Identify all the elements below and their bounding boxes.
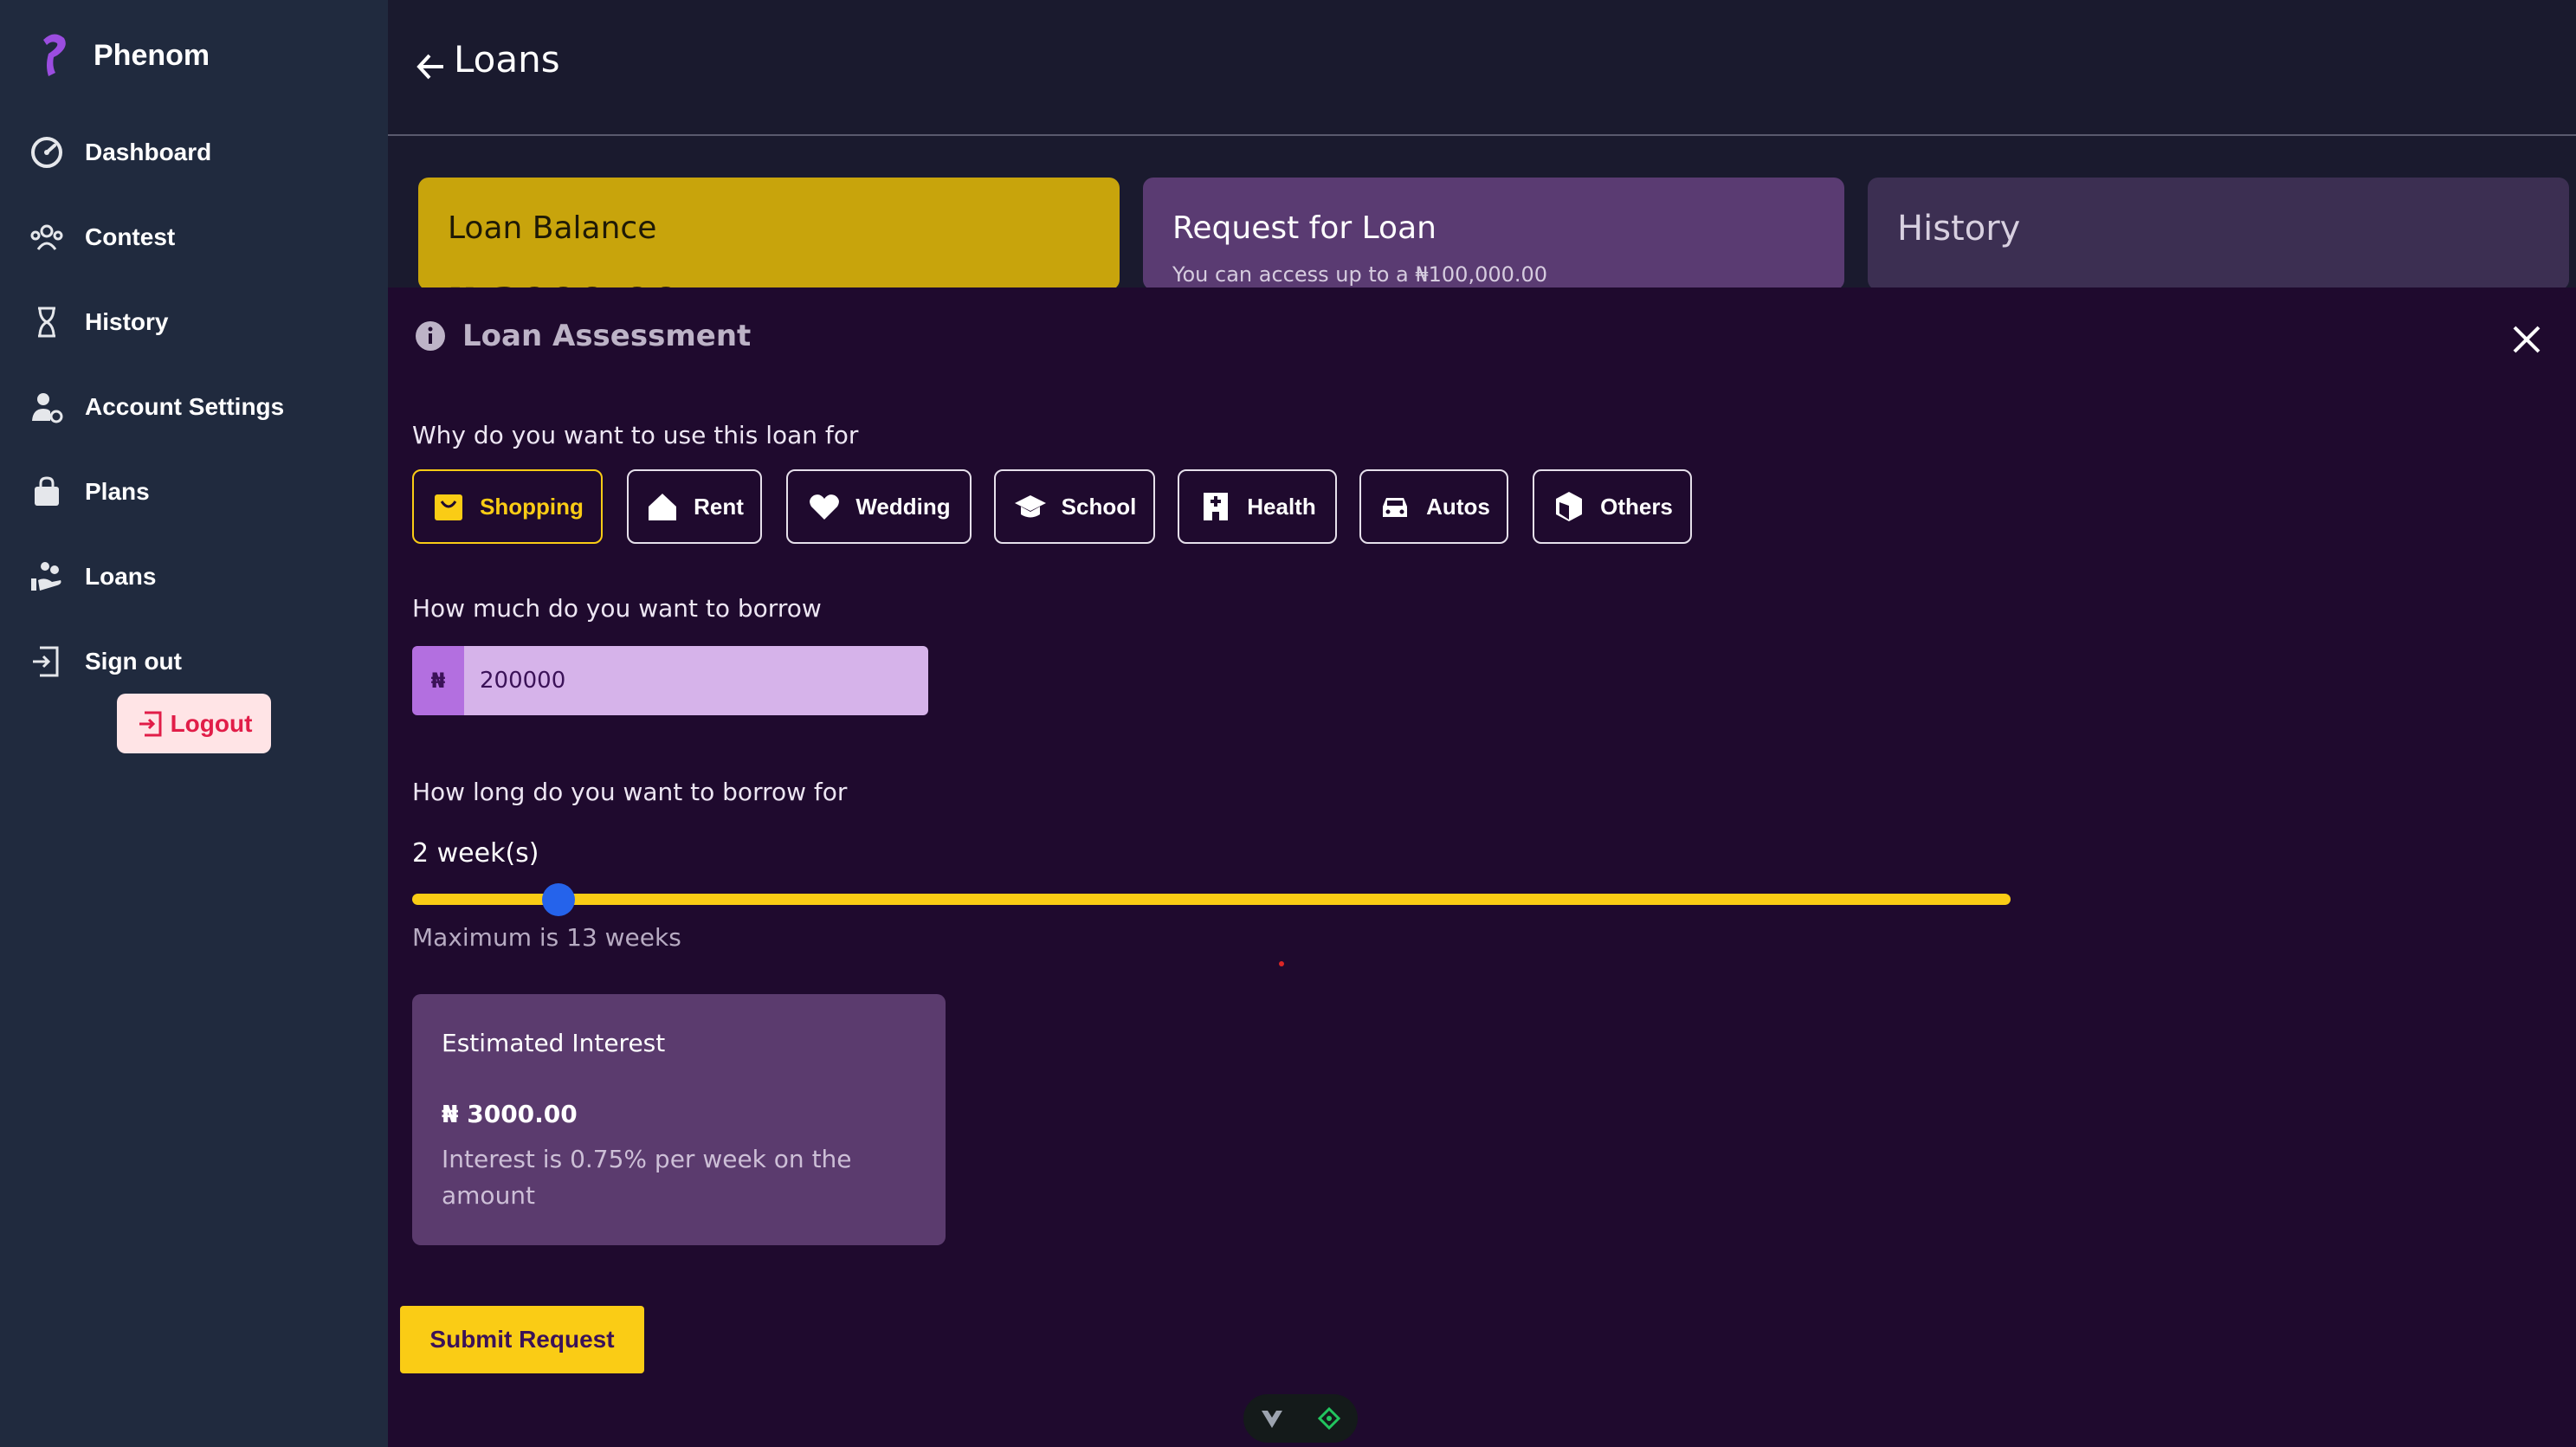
sidebar-item-sign-out[interactable]: Sign out bbox=[28, 640, 182, 683]
devtools-toolbar[interactable] bbox=[1243, 1394, 1358, 1443]
submit-label: Submit Request bbox=[429, 1326, 615, 1353]
house-icon bbox=[649, 494, 677, 520]
modal-title: Loan Assessment bbox=[462, 319, 752, 353]
users-icon bbox=[30, 224, 63, 250]
purpose-question: Why do you want to use this loan for bbox=[412, 421, 859, 449]
hand-coins-icon bbox=[31, 562, 61, 591]
heart-icon bbox=[810, 494, 840, 520]
purpose-chip-label: Others bbox=[1600, 493, 1673, 520]
interest-value: ₦ 3000.00 bbox=[442, 1100, 578, 1128]
history-title: History bbox=[1897, 209, 2021, 249]
crosshair-icon[interactable] bbox=[1316, 1405, 1342, 1431]
sidebar-item-plans[interactable]: Plans bbox=[28, 470, 150, 514]
cursor-dot bbox=[1279, 961, 1284, 966]
sidebar: Phenom Dashboard Contest History Account… bbox=[0, 0, 388, 1447]
loan-assessment-modal: Loan Assessment Why do you want to use t… bbox=[388, 287, 2576, 1447]
sidebar-item-label: Plans bbox=[85, 478, 150, 505]
amount-input[interactable] bbox=[464, 646, 928, 715]
back-arrow-icon[interactable] bbox=[414, 45, 449, 88]
purpose-chip-others[interactable]: Others bbox=[1533, 469, 1692, 544]
duration-value: 2 week(s) bbox=[412, 838, 539, 869]
interest-note: Interest is 0.75% per week on the amount bbox=[442, 1145, 852, 1210]
sidebar-item-loans[interactable]: Loans bbox=[28, 555, 156, 598]
dashboard-gauge-icon bbox=[31, 137, 62, 168]
sidebar-item-label: Account Settings bbox=[85, 393, 285, 420]
sidebar-item-account-settings[interactable]: Account Settings bbox=[28, 385, 284, 429]
interest-title: Estimated Interest bbox=[442, 1029, 666, 1057]
purpose-chip-autos[interactable]: Autos bbox=[1359, 469, 1508, 544]
amount-field: ₦ bbox=[412, 646, 928, 715]
duration-slider-thumb[interactable] bbox=[542, 883, 575, 916]
duration-question: How long do you want to borrow for bbox=[412, 778, 848, 806]
estimated-interest-card: Estimated Interest ₦ 3000.00 Interest is… bbox=[412, 994, 946, 1245]
car-icon bbox=[1383, 498, 1408, 517]
purpose-chip-label: Rent bbox=[694, 493, 744, 520]
hourglass-icon bbox=[38, 307, 55, 338]
sidebar-item-contest[interactable]: Contest bbox=[28, 216, 175, 259]
box-icon bbox=[1556, 492, 1583, 521]
sign-out-icon bbox=[33, 646, 59, 677]
request-loan-subtitle: You can access up to a ₦100,000.00 bbox=[1172, 262, 1548, 287]
purpose-chip-label: School bbox=[1061, 493, 1137, 520]
shopping-bag-icon bbox=[35, 476, 59, 506]
brand[interactable]: Phenom bbox=[35, 31, 210, 80]
loan-balance-title: Loan Balance bbox=[448, 210, 657, 246]
page-header: Loans bbox=[388, 0, 2576, 136]
history-card[interactable]: History bbox=[1868, 178, 2569, 290]
page-title: Loans bbox=[454, 38, 560, 81]
logout-icon bbox=[139, 711, 162, 736]
purpose-chip-label: Health bbox=[1247, 493, 1316, 520]
vue-logo-icon[interactable] bbox=[1259, 1405, 1285, 1431]
info-icon bbox=[416, 321, 445, 351]
close-icon[interactable] bbox=[2509, 322, 2544, 357]
sidebar-item-dashboard[interactable]: Dashboard bbox=[28, 131, 211, 174]
phenom-logo-icon bbox=[43, 34, 66, 76]
purpose-chip-rent[interactable]: Rent bbox=[627, 469, 762, 544]
currency-prefix: ₦ bbox=[412, 646, 464, 715]
app-name: Phenom bbox=[94, 38, 210, 72]
duration-max-note: Maximum is 13 weeks bbox=[412, 923, 681, 952]
submit-request-button[interactable]: Submit Request bbox=[400, 1306, 644, 1373]
purpose-chip-shopping[interactable]: Shopping bbox=[412, 469, 603, 544]
sidebar-item-label: History bbox=[85, 308, 169, 335]
purpose-chip-label: Autos bbox=[1426, 493, 1490, 520]
purpose-chip-school[interactable]: School bbox=[994, 469, 1155, 544]
shopping-bag-icon bbox=[435, 494, 463, 520]
purpose-chip-label: Shopping bbox=[480, 493, 584, 520]
hospital-icon bbox=[1204, 493, 1229, 520]
purpose-chip-wedding[interactable]: Wedding bbox=[786, 469, 972, 544]
amount-question: How much do you want to borrow bbox=[412, 594, 822, 623]
duration-slider-track[interactable] bbox=[412, 894, 2011, 905]
purpose-chip-health[interactable]: Health bbox=[1178, 469, 1337, 544]
sidebar-item-label: Loans bbox=[85, 563, 157, 590]
loan-balance-card: Loan Balance ₦ 3000.00 bbox=[418, 178, 1120, 290]
logout-label: Logout bbox=[170, 709, 253, 737]
request-loan-card[interactable]: Request for Loan You can access up to a … bbox=[1143, 178, 1844, 290]
graduation-cap-icon bbox=[1014, 495, 1046, 518]
sidebar-item-label: Sign out bbox=[85, 648, 182, 675]
sidebar-item-history[interactable]: History bbox=[28, 300, 168, 344]
modal-header: Loan Assessment bbox=[414, 319, 751, 353]
sidebar-item-label: Contest bbox=[85, 223, 176, 250]
user-gear-icon bbox=[32, 393, 63, 423]
purpose-chip-label: Wedding bbox=[855, 493, 951, 520]
sidebar-item-label: Dashboard bbox=[85, 139, 212, 165]
logout-button[interactable]: Logout bbox=[117, 694, 271, 753]
request-loan-title: Request for Loan bbox=[1172, 210, 1436, 246]
